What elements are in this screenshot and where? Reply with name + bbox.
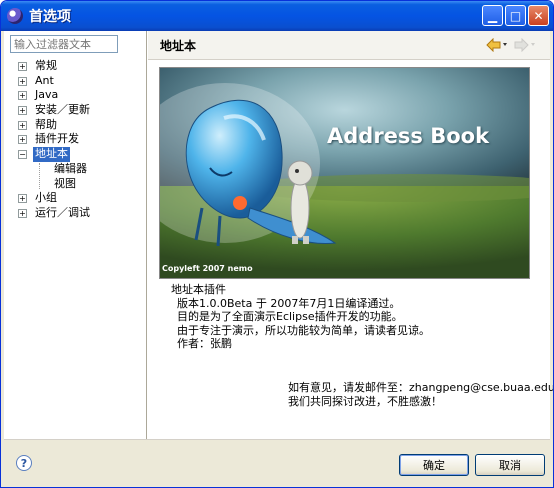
tree-item-ant[interactable]: + Ant — [4, 74, 144, 89]
plugin-description: 地址本插件 版本1.0.0Beta 于 2007年7月1日编译通过。 目的是为了… — [171, 283, 430, 351]
tree-item-label: 安装／更新 — [35, 103, 90, 117]
ok-button[interactable]: 确定 — [399, 454, 469, 476]
tree-item-label: 运行／调试 — [35, 205, 90, 219]
tree-item-address-book[interactable]: − 地址本 — [4, 147, 144, 162]
desc-line: 目的是为了全面演示Eclipse插件开发的功能。 — [177, 310, 403, 323]
tree-item-label: 插件开发 — [35, 132, 79, 146]
contact-info: 如有意见，请发邮件至：zhangpeng@cse.buaa.edu.cn 我们共… — [288, 381, 554, 408]
tree-item-editor[interactable]: 编辑器 — [4, 162, 144, 177]
tree-item-label: 小组 — [35, 191, 57, 205]
preferences-window: 首选项 ▁ □ ✕ + 常规 + Ant + Java — [0, 0, 554, 488]
desc-line: 由于专注于演示，所以功能较为简单，请读者见谅。 — [177, 323, 430, 337]
page-header: 地址本 — [148, 31, 550, 60]
close-button[interactable]: ✕ — [528, 5, 549, 26]
collapse-icon[interactable]: − — [18, 149, 27, 159]
address-book-banner: Address Book Copyleft 2007 nemo — [159, 67, 530, 279]
preference-page: 地址本 Address Book Copyleft 2007 nemo 地址本插… — [148, 31, 553, 439]
tree-item-plugin-dev[interactable]: + 插件开发 — [4, 132, 144, 147]
expand-icon[interactable]: + — [18, 91, 27, 101]
tree-item-team[interactable]: + 小组 — [4, 191, 144, 206]
tree-item-general[interactable]: + 常规 — [4, 59, 144, 74]
tree-item-run-debug[interactable]: + 运行／调试 — [4, 206, 144, 221]
cancel-button[interactable]: 取消 — [475, 454, 545, 476]
filter-input[interactable] — [10, 35, 118, 53]
contact-email-line: 如有意见，请发邮件至：zhangpeng@cse.buaa.edu.cn — [288, 381, 554, 394]
tree-item-label: 视图 — [54, 176, 76, 190]
preference-tree: + 常规 + Ant + Java + 安装／更新 + 帮助 + 插件开发 − … — [4, 59, 144, 221]
desc-line: 版本1.0.0Beta 于 2007年7月1日编译通过。 — [177, 296, 401, 310]
expand-icon[interactable]: + — [18, 76, 27, 86]
minimize-button[interactable]: ▁ — [482, 5, 503, 26]
maximize-button[interactable]: □ — [505, 5, 526, 26]
page-title: 地址本 — [160, 39, 197, 53]
tree-item-label: 帮助 — [35, 117, 57, 131]
banner-illustration — [160, 83, 529, 278]
expand-icon[interactable]: + — [18, 61, 27, 71]
contact-thanks-line: 我们共同探讨改进，不胜感激！ — [288, 394, 442, 408]
window-controls: ▁ □ ✕ — [482, 5, 549, 26]
tree-item-label: Java — [35, 88, 59, 102]
expand-icon[interactable]: + — [18, 135, 27, 145]
expand-icon[interactable]: + — [18, 120, 27, 130]
back-arrow-icon[interactable] — [486, 38, 508, 52]
dialog-button-bar: ? 确定 取消 — [4, 439, 550, 485]
dialog-client-area: + 常规 + Ant + Java + 安装／更新 + 帮助 — [4, 31, 553, 485]
forward-arrow-icon[interactable] — [514, 38, 536, 52]
tree-item-view[interactable]: 视图 — [4, 177, 144, 192]
title-bar[interactable]: 首选项 ▁ □ ✕ — [1, 1, 553, 31]
tree-item-label: Ant — [35, 73, 54, 87]
tree-item-java[interactable]: + Java — [4, 88, 144, 103]
expand-icon[interactable]: + — [18, 105, 27, 115]
preference-tree-pane: + 常规 + Ant + Java + 安装／更新 + 帮助 — [4, 31, 147, 439]
expand-icon[interactable]: + — [18, 208, 27, 218]
tree-item-label-selected: 地址本 — [33, 147, 70, 162]
expand-icon[interactable]: + — [18, 194, 27, 204]
eclipse-icon — [7, 8, 23, 24]
banner-title: Address Book — [327, 124, 490, 148]
tree-item-install-update[interactable]: + 安装／更新 — [4, 103, 144, 118]
tree-item-help[interactable]: + 帮助 — [4, 118, 144, 133]
help-icon[interactable]: ? — [16, 455, 32, 471]
banner-caption: Copyleft 2007 nemo — [162, 264, 253, 273]
tree-item-label: 常规 — [35, 59, 57, 72]
desc-heading: 地址本插件 — [171, 283, 226, 296]
tree-item-label: 编辑器 — [54, 161, 87, 175]
desc-line: 作者：张鹏 — [177, 337, 232, 350]
window-title: 首选项 — [29, 9, 71, 25]
